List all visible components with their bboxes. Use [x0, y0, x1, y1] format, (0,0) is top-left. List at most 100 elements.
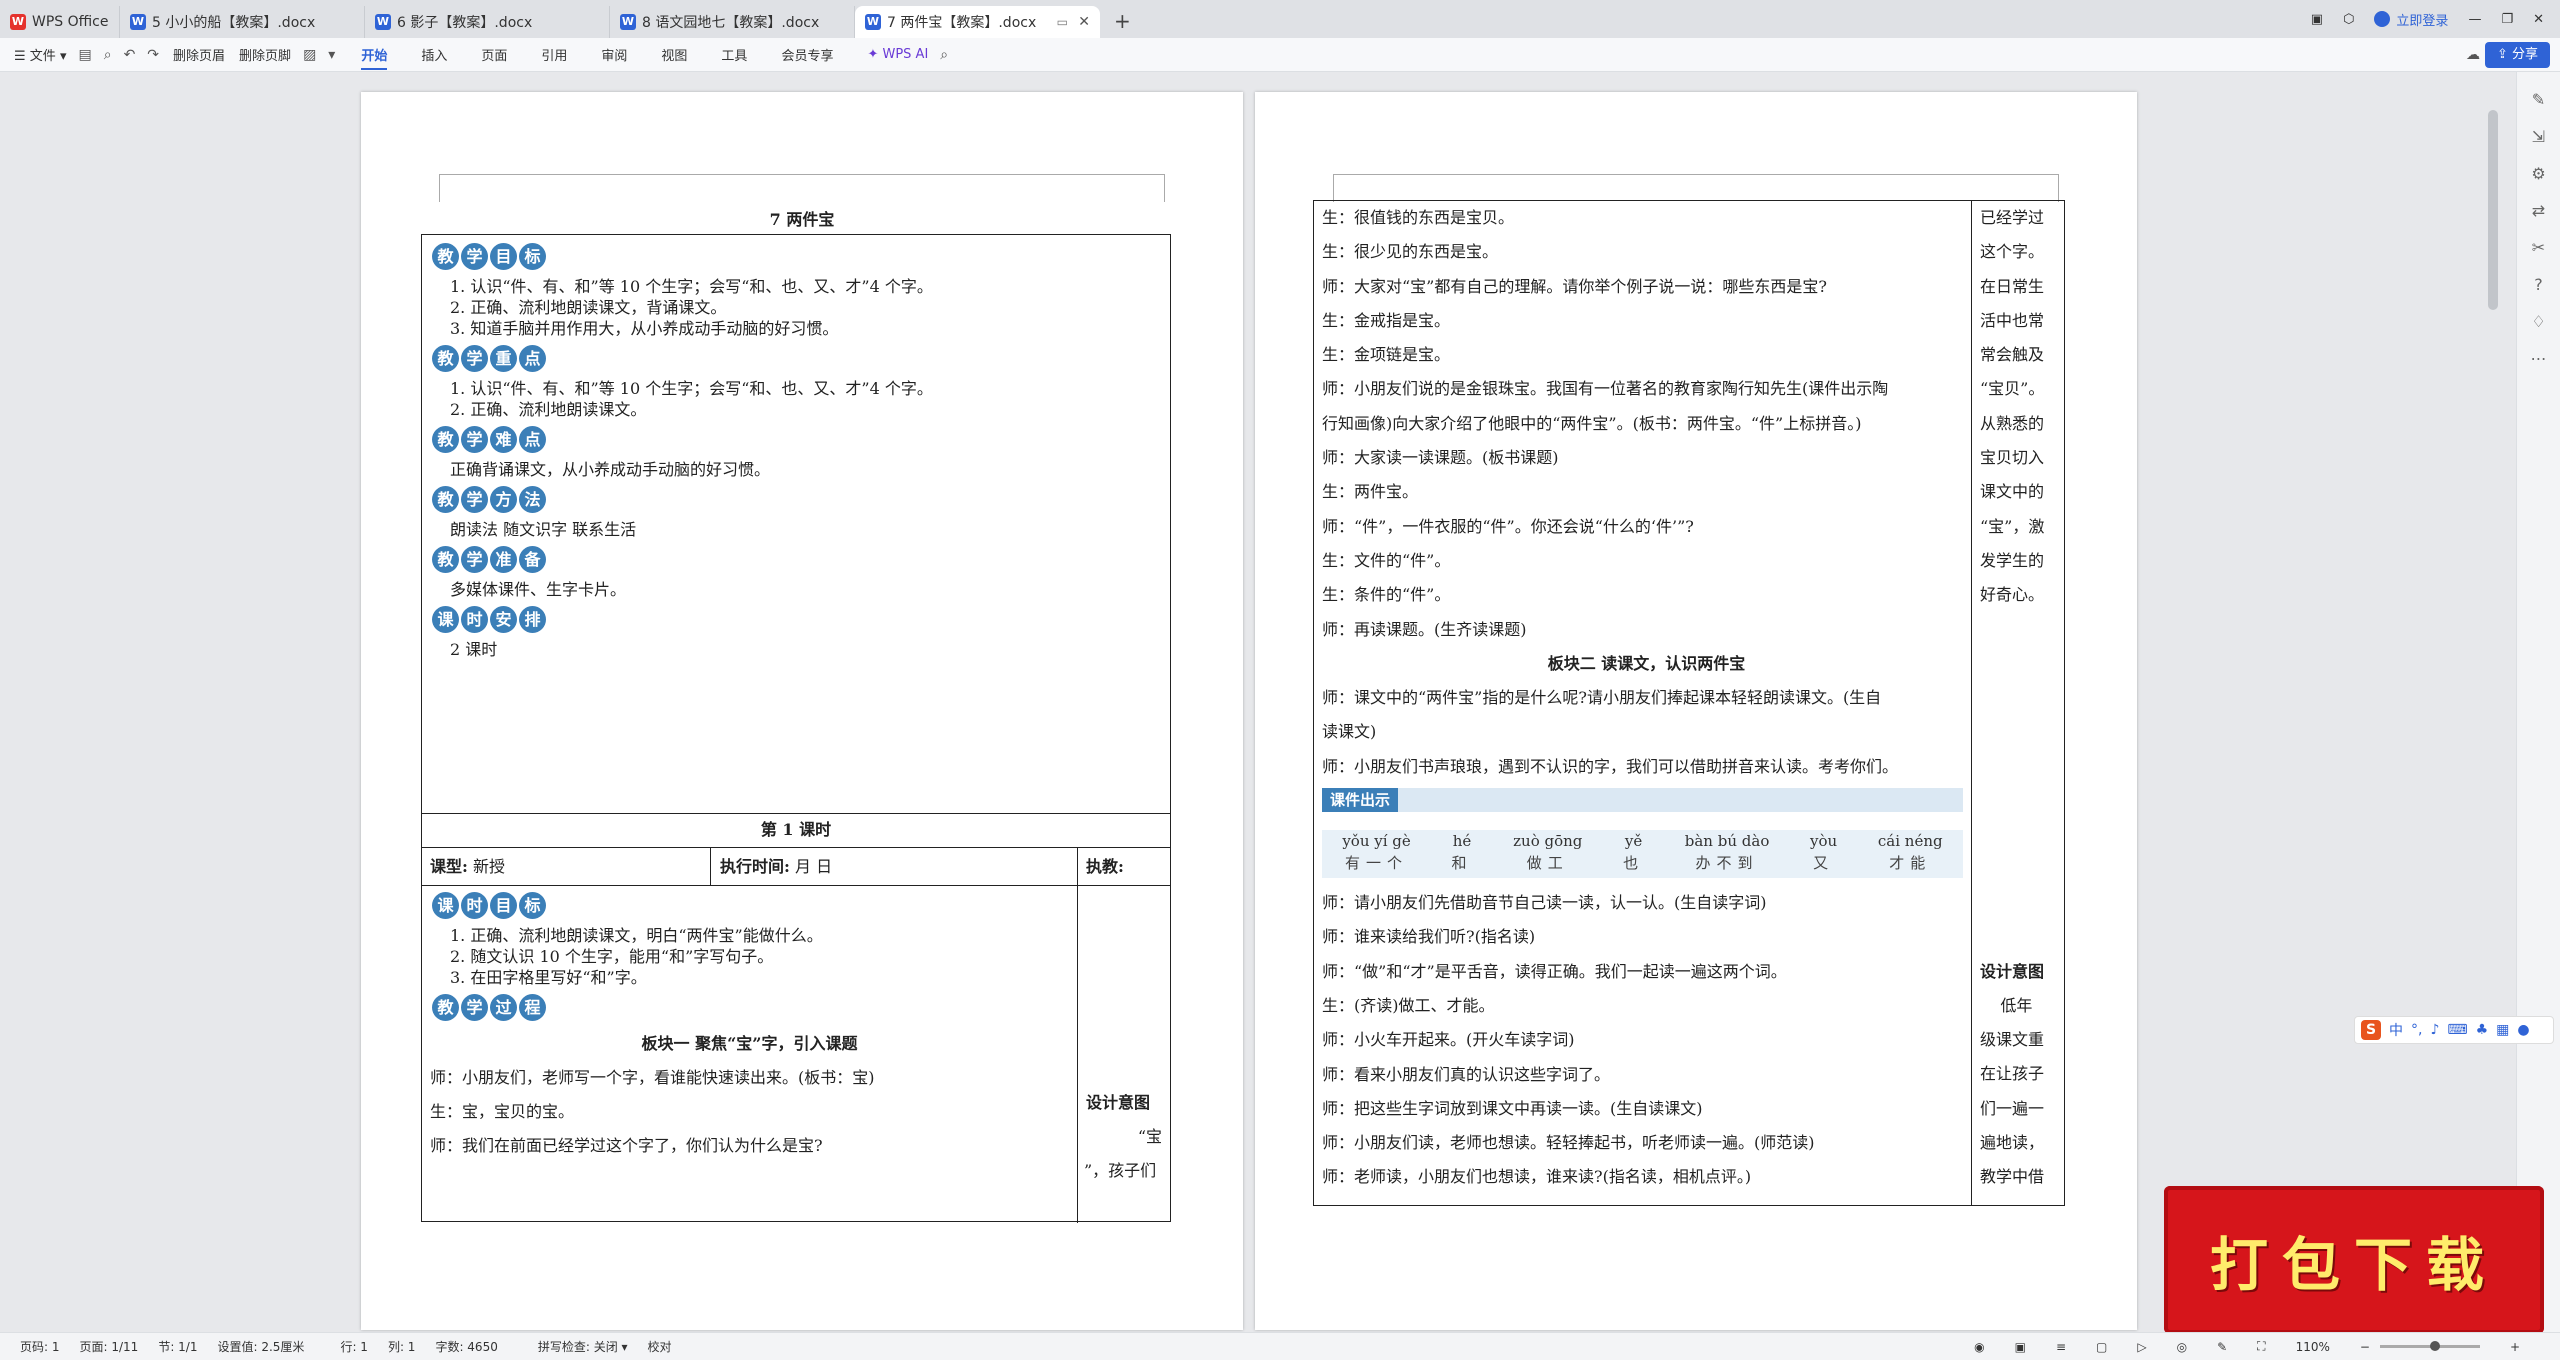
- redo-icon[interactable]: ↷: [147, 47, 159, 63]
- pen-icon[interactable]: ✎: [2517, 90, 2560, 109]
- status-section[interactable]: 节: 1/1: [158, 1338, 197, 1355]
- play-icon[interactable]: ▷: [2137, 1340, 2146, 1354]
- save-icon[interactable]: ▤: [78, 47, 91, 63]
- new-tab-button[interactable]: +: [1114, 6, 1131, 38]
- translate-icon[interactable]: ⇄: [2517, 201, 2560, 220]
- help-icon[interactable]: ?: [2517, 275, 2560, 294]
- avatar-icon[interactable]: ●: [2517, 1022, 2529, 1038]
- dialog-line: 行知画像)向大家介绍了他眼中的“两件宝”。(板书：两件宝。“件”上标拼音。): [1322, 413, 1862, 433]
- chinese-mode-icon[interactable]: 中: [2389, 1020, 2403, 1040]
- delete-footer-button[interactable]: 删除页脚: [239, 45, 291, 64]
- tab-home[interactable]: W WPS Office: [0, 6, 120, 38]
- grid-icon[interactable]: ▦: [2496, 1022, 2509, 1038]
- tools-icon[interactable]: ✂: [2517, 238, 2560, 257]
- web-view-icon[interactable]: ◎: [2177, 1340, 2187, 1354]
- section-heading-badge: 教学过程: [432, 994, 1077, 1021]
- status-line[interactable]: 行: 1: [340, 1338, 368, 1355]
- tab-doc-5[interactable]: W 5 小小的船【教案】.docx: [120, 6, 365, 38]
- wps-ai-button[interactable]: ✦ WPS AI: [867, 47, 928, 62]
- dialog-line: 师：大家读一读课题。(板书课题): [1322, 448, 1559, 468]
- proofread-button[interactable]: 校对: [648, 1338, 672, 1355]
- divider: [710, 848, 711, 885]
- word-doc-icon: W: [865, 14, 881, 30]
- section-line: 3. 知道手脑并用作用大，从小养成动手动脑的好习惯。: [450, 319, 839, 338]
- search-icon[interactable]: ⌕: [940, 47, 948, 63]
- settings-sliders-icon[interactable]: ⚙: [2517, 164, 2560, 183]
- tab-view[interactable]: 视图: [661, 45, 687, 64]
- zoom-out-icon[interactable]: −: [2360, 1340, 2370, 1354]
- window-mode-icon[interactable]: ▭: [1057, 15, 1068, 29]
- section-heading-badge: 教学难点: [432, 426, 1170, 453]
- heading-char: 难: [490, 426, 517, 453]
- status-setting[interactable]: 设置值: 2.5厘米: [217, 1338, 304, 1355]
- design-intent-text: 课文中的: [1980, 482, 2045, 502]
- status-word-count[interactable]: 字数: 4650: [435, 1338, 497, 1355]
- undo-icon[interactable]: ↶: [124, 47, 136, 63]
- edit-icon[interactable]: ✎: [2217, 1340, 2227, 1354]
- read-view-icon[interactable]: ▢: [2096, 1340, 2107, 1354]
- insert-picture-icon[interactable]: ▨: [303, 47, 316, 63]
- shirt-icon[interactable]: ♢: [2517, 312, 2560, 331]
- fit-page-icon[interactable]: ⛶: [2257, 1339, 2265, 1354]
- close-tab-icon[interactable]: ✕: [1078, 14, 1090, 30]
- period-goal-line: 1. 正确、流利地朗读课文，明白“两件宝”能做什么。: [450, 926, 823, 945]
- ime-toolbar[interactable]: S 中 °, ♪ ⌨ ♣ ▦ ●: [2354, 1016, 2554, 1044]
- status-pages[interactable]: 页面: 1/11: [80, 1338, 139, 1355]
- section-line: 多媒体课件、生字卡片。: [450, 580, 627, 599]
- page-view-icon[interactable]: ▣: [2015, 1340, 2026, 1354]
- heading-char: 目: [490, 243, 517, 270]
- keyboard-icon[interactable]: ⌨: [2447, 1022, 2467, 1038]
- hanzi-text: 做工: [1526, 854, 1569, 873]
- section-heading-badge: 教学重点: [432, 345, 1170, 372]
- chevron-down-icon[interactable]: ▾: [328, 47, 335, 63]
- share-button[interactable]: ⇪ 分享: [2484, 42, 2550, 68]
- tab-page[interactable]: 页面: [481, 45, 507, 64]
- tab-reference[interactable]: 引用: [541, 45, 567, 64]
- section-heading-badge: 课时安排: [432, 606, 1170, 633]
- cube-icon[interactable]: ⬡: [2343, 12, 2354, 27]
- spell-check-toggle[interactable]: 拼写检查: 关闭 ▾: [518, 1338, 628, 1355]
- format-painter-icon[interactable]: ⌕: [104, 47, 112, 63]
- download-banner[interactable]: 打包下载: [2164, 1186, 2544, 1334]
- heading-char: 时: [461, 892, 488, 919]
- tab-tools[interactable]: 工具: [721, 45, 747, 64]
- window-layout-icon[interactable]: ▣: [2311, 12, 2323, 27]
- wps-logo-icon: W: [10, 14, 26, 30]
- tab-member[interactable]: 会员专享: [781, 45, 833, 64]
- dialog-line: 师：看来小朋友们真的认识这些字词了。: [1322, 1064, 1611, 1084]
- design-intent-text: 已经学过: [1980, 208, 2045, 227]
- restore-icon[interactable]: ❐: [2501, 12, 2513, 27]
- eye-protect-icon[interactable]: ◉: [1974, 1340, 1984, 1354]
- more-icon[interactable]: ⋯: [2517, 349, 2560, 368]
- select-icon[interactable]: ⇲: [2517, 127, 2560, 146]
- tab-insert[interactable]: 插入: [421, 45, 447, 64]
- punctuation-icon[interactable]: °,: [2411, 1022, 2422, 1038]
- menu-icon[interactable]: ☰ 文件 ▾: [14, 45, 66, 64]
- pinyin-text: cái néng: [1877, 832, 1943, 851]
- microphone-icon[interactable]: ♪: [2430, 1022, 2439, 1038]
- zoom-slider[interactable]: [2379, 1341, 2480, 1351]
- heading-char: 点: [519, 426, 546, 453]
- tab-doc-7-active[interactable]: W 7 两件宝【教案】.docx ▭ ✕: [855, 6, 1100, 38]
- tab-start[interactable]: 开始: [361, 45, 388, 70]
- tab-doc-6[interactable]: W 6 影子【教案】.docx: [365, 6, 610, 38]
- close-window-icon[interactable]: ✕: [2533, 12, 2544, 27]
- heading-char: 备: [519, 546, 546, 573]
- ribbon: ☰ 文件 ▾ ▤ ⌕ ↶ ↷ 删除页眉 删除页脚 ▨ ▾ 开始 插入 页面 引用…: [0, 38, 2560, 72]
- delete-header-button[interactable]: 删除页眉: [173, 45, 225, 64]
- zoom-level[interactable]: 110%: [2296, 1340, 2330, 1354]
- vertical-scrollbar[interactable]: [2488, 110, 2498, 310]
- outline-view-icon[interactable]: ≡: [2056, 1340, 2066, 1354]
- cloud-icon[interactable]: ☁: [2466, 47, 2480, 63]
- zoom-slider-thumb[interactable]: [2429, 1341, 2440, 1351]
- tab-review[interactable]: 审阅: [601, 45, 627, 64]
- zoom-in-icon[interactable]: +: [2510, 1340, 2520, 1354]
- login-button[interactable]: 立即登录: [2374, 10, 2448, 29]
- tab-doc-8[interactable]: W 8 语文园地七【教案】.docx: [610, 6, 855, 38]
- dialog-line: 生：金戒指是宝。: [1322, 310, 1451, 330]
- minimize-icon[interactable]: —: [2468, 12, 2481, 27]
- status-col[interactable]: 列: 1: [388, 1338, 416, 1355]
- pinyin-item: hé 和: [1451, 830, 1472, 878]
- status-page-number[interactable]: 页码: 1: [20, 1338, 60, 1355]
- skin-icon[interactable]: ♣: [2476, 1022, 2489, 1038]
